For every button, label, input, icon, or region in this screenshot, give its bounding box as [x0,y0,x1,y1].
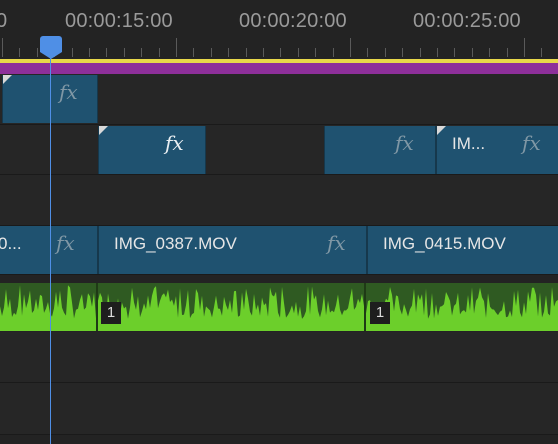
clip-name: IM... [452,134,486,153]
fx-badge[interactable]: fx [59,80,78,104]
ruler-tick [402,48,404,57]
video-track-empty[interactable] [0,175,558,226]
audio-track-3[interactable] [0,383,558,435]
ruler-tick [141,48,143,57]
playhead-tip [40,52,62,59]
ruler-tick [2,38,3,57]
audio-channel-badge: 1 [101,302,121,324]
ruler-tick [332,48,334,57]
ruler-tick [384,48,386,57]
playhead-line[interactable] [50,40,51,444]
audio-clip-boundary [364,283,366,331]
clip-name: 0... [0,234,22,253]
video-track-2[interactable]: fx fx IM... fx [0,125,558,175]
ruler-tick [176,38,177,57]
ruler-tick [454,48,456,57]
fx-badge[interactable]: fx [56,231,75,255]
video-clip[interactable]: IMG_0387.MOV fx [98,226,367,274]
video-track-3[interactable]: fx [0,74,558,125]
ruler-tick [36,48,38,57]
audio-waveform [0,285,558,331]
ruler-tick [367,48,369,57]
ruler-tick [489,48,491,57]
clip-corner-marker [99,126,108,135]
time-ruler[interactable]: 0 00:00:15:00 00:00:20:00 00:00:25:00 [0,0,558,57]
ruler-tick [106,48,108,57]
ruler-tick [89,48,90,57]
video-clip[interactable]: 0... fx [0,226,98,274]
ruler-tick [158,48,160,57]
ruler-tick [245,48,247,57]
ruler-tick [71,48,73,57]
ruler-tick [193,48,195,57]
ruler-tick [350,38,351,57]
video-clip[interactable]: fx [98,126,206,174]
audio-channel-badge: 1 [370,302,390,324]
clip-corner-marker [3,75,12,84]
video-clip[interactable]: IMG_0415.MOV [367,226,558,274]
timecode-label: 00:00:25:00 [413,10,521,32]
clip-name: IMG_0387.MOV [114,234,237,253]
ruler-tick [210,48,212,57]
ruler-tick [297,48,299,57]
audio-track-2[interactable] [0,332,558,383]
clip-corner-marker [437,126,446,135]
audio-clip-waveform[interactable] [0,283,558,331]
work-area-bar[interactable] [0,63,558,74]
ruler-tick [19,48,21,57]
ruler-tick [263,48,264,57]
timecode-label: 00:00:20:00 [239,10,347,32]
ruler-tick [419,48,421,57]
fx-badge[interactable]: fx [395,131,414,155]
timecode-label: 0 [0,10,8,32]
audio-clip-boundary [96,283,98,331]
clip-name: IMG_0415.MOV [383,234,506,253]
ruler-tick [315,48,317,57]
fx-badge[interactable]: fx [327,231,346,255]
timecode-label: 00:00:15:00 [65,10,173,32]
ruler-tick [123,48,125,57]
video-clip[interactable]: fx [324,126,436,174]
ruler-tick [541,48,543,57]
ruler-tick [437,48,438,57]
playhead-handle[interactable] [40,36,62,52]
fx-badge[interactable]: fx [522,131,541,155]
ruler-tick [506,48,508,57]
video-track-1[interactable]: 0... fx IMG_0387.MOV fx IMG_0415.MOV [0,226,558,275]
video-clip[interactable]: IM... fx [436,126,558,174]
ruler-tick [524,38,525,57]
fx-badge[interactable]: fx [165,131,184,155]
ruler-tick [471,48,473,57]
ruler-tick [280,48,282,57]
ruler-tick [228,48,230,57]
